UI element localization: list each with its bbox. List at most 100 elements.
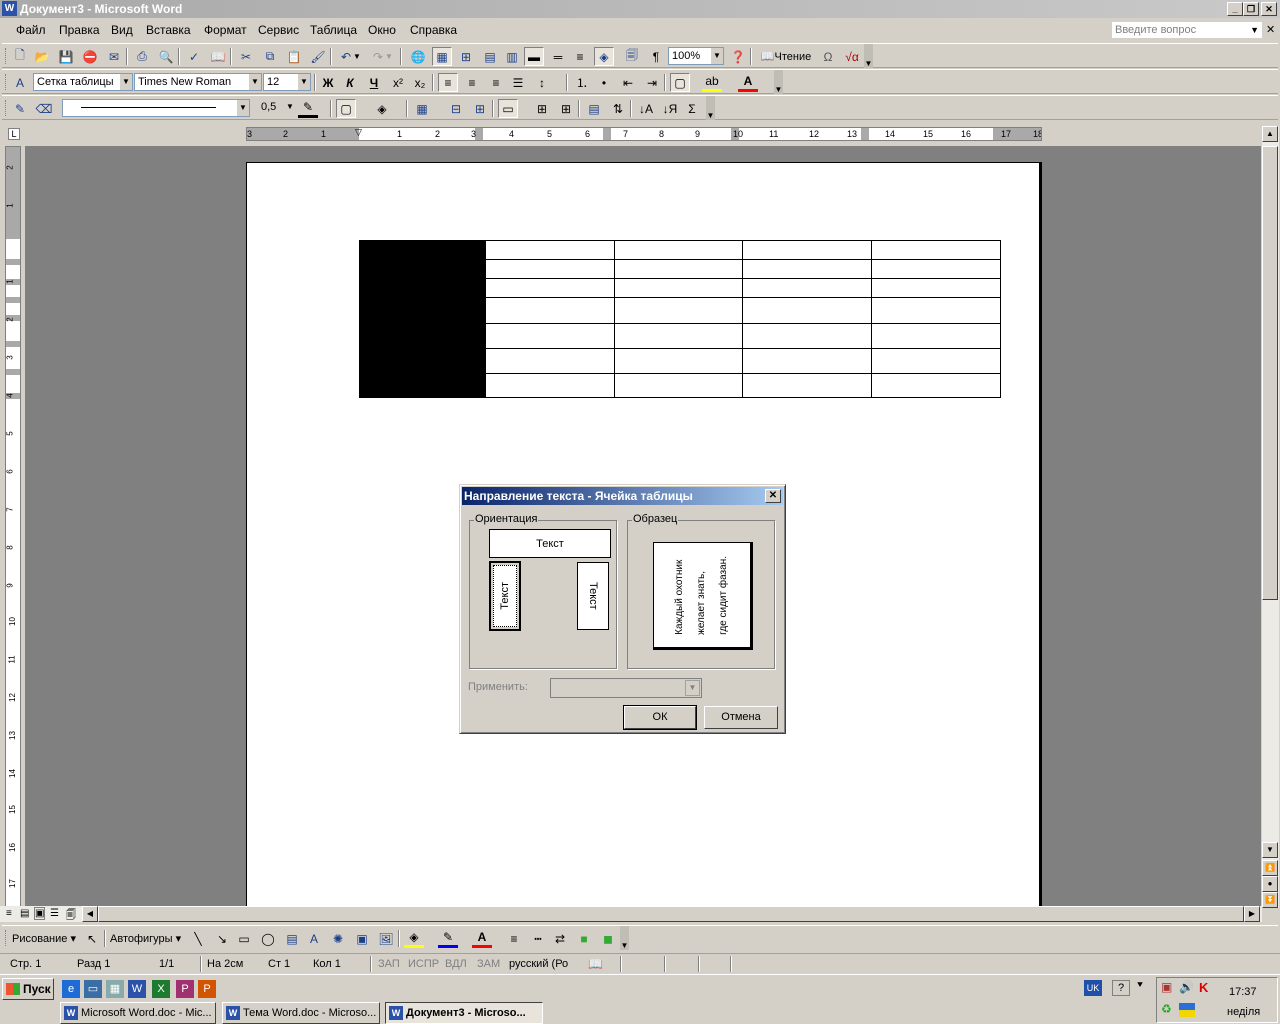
save-icon[interactable]: 💾 — [56, 47, 76, 66]
autoshapes-menu-button[interactable]: Автофигуры ▾ — [110, 932, 181, 945]
italic-icon[interactable]: К — [340, 73, 360, 92]
chevron-down-icon[interactable]: ▼ — [1250, 22, 1259, 38]
draw-font-color-icon[interactable]: A — [472, 929, 492, 948]
indent-marker-icon[interactable]: ▽ — [355, 128, 362, 137]
autosum-icon[interactable]: Σ — [682, 99, 702, 118]
table-cell[interactable] — [484, 348, 615, 374]
chevron-down-icon[interactable]: ▼ — [711, 48, 723, 64]
table-cell[interactable] — [870, 259, 1001, 279]
cut-icon[interactable]: ✂ — [236, 47, 256, 66]
table-cell[interactable] — [613, 323, 743, 349]
table-cell[interactable] — [741, 278, 872, 298]
chevron-down-icon[interactable]: ▼ — [298, 74, 310, 90]
format-painter-icon[interactable]: 🖌 — [308, 47, 328, 66]
show-desktop-icon[interactable]: ▭ — [84, 980, 102, 998]
new-document-icon[interactable]: 🗋 — [10, 47, 30, 66]
table-cell[interactable] — [741, 240, 872, 260]
columns-icon[interactable]: ▥ — [502, 47, 522, 66]
justify-icon[interactable]: ☰ — [508, 73, 528, 92]
table-cell[interactable] — [741, 373, 872, 398]
align-left-icon[interactable]: ≡ — [438, 73, 458, 92]
merge-cells-icon[interactable]: ⊟ — [446, 99, 466, 118]
table-cell[interactable] — [613, 348, 743, 374]
table-cell[interactable] — [870, 240, 1001, 260]
align-right-icon[interactable]: ≡ — [486, 73, 506, 92]
read-button[interactable]: 📖 Чтение — [756, 47, 816, 66]
scroll-left-icon[interactable]: ◀ — [82, 906, 98, 922]
table-cell[interactable] — [484, 297, 615, 324]
vertical-ruler[interactable]: 2 1 1 2 3 4 5 6 7 8 9 10 11 12 13 14 15 … — [5, 146, 21, 908]
menu-edit[interactable]: Правка — [59, 23, 100, 37]
ukraine-flag-icon[interactable] — [1179, 1003, 1195, 1017]
volume-tray-icon[interactable]: 🔊 — [1179, 980, 1194, 994]
3d-style-icon[interactable]: ◼ — [598, 929, 618, 948]
toolbar-grip[interactable] — [5, 74, 8, 90]
draw-table-icon[interactable]: ✎ — [10, 99, 30, 118]
orientation-horizontal[interactable]: Текст — [489, 529, 611, 558]
menu-view[interactable]: Вид — [111, 23, 133, 37]
previous-page-icon[interactable]: ⏫ — [1262, 860, 1278, 876]
borders-icon[interactable]: ▢ — [670, 73, 690, 92]
omega-symbol-icon[interactable]: Ω — [818, 47, 838, 66]
bold-icon[interactable]: Ж — [318, 73, 338, 92]
sort-descending-icon[interactable]: ↓Я — [660, 99, 680, 118]
next-page-icon[interactable]: ⏬ — [1262, 892, 1278, 908]
line-tool-icon[interactable]: ╲ — [188, 929, 208, 948]
outline-view-icon[interactable]: ☰ — [50, 908, 59, 919]
scroll-down-icon[interactable]: ▼ — [1262, 842, 1278, 858]
document-map-icon[interactable]: ═ — [548, 47, 568, 66]
research-icon[interactable]: 📖 — [208, 47, 228, 66]
ok-button[interactable]: ОК — [623, 705, 697, 730]
calculator-icon[interactable]: ▦ — [106, 980, 124, 998]
copy-icon[interactable]: ⧉ — [260, 47, 280, 66]
toolbar-grip[interactable] — [5, 48, 8, 64]
help-tray-icon[interactable]: ? — [1112, 980, 1130, 996]
select-objects-icon[interactable]: ↖ — [82, 929, 102, 948]
table-cell[interactable] — [484, 259, 615, 279]
bullets-icon[interactable]: • — [594, 73, 614, 92]
chevron-down-icon[interactable]: ▼ — [249, 74, 261, 90]
chevron-down-icon[interactable]: ▼ — [284, 99, 296, 115]
line-color-icon[interactable]: ✎ — [438, 929, 458, 948]
word-quicklaunch-icon[interactable]: W — [128, 980, 146, 998]
scroll-thumb[interactable] — [1262, 146, 1278, 600]
drawing-icon[interactable]: ▬ — [524, 47, 544, 66]
browse-object-icon[interactable]: ● — [1262, 876, 1278, 892]
table-cell[interactable] — [870, 323, 1001, 349]
start-button[interactable]: Пуск — [2, 978, 54, 1000]
open-folder-icon[interactable]: 📂 — [32, 47, 52, 66]
print-preview-icon[interactable]: 🔍 — [156, 47, 176, 66]
drawing-menu-button[interactable]: Рисование ▾ — [12, 932, 76, 945]
table-cell[interactable] — [613, 259, 743, 279]
tray-clock[interactable]: 17:37 — [1229, 986, 1257, 998]
outside-border-icon[interactable]: ▢ — [336, 99, 356, 118]
toolbar-options-icon[interactable]: ▼ — [864, 44, 873, 68]
dash-style-icon[interactable]: ┅ — [528, 929, 548, 948]
permission-icon[interactable]: ⛔ — [80, 47, 100, 66]
font-size-select[interactable]: 12 ▼ — [263, 73, 311, 91]
superscript-icon[interactable]: x² — [388, 73, 408, 92]
help-question-input[interactable]: Введите вопрос ▼ — [1112, 22, 1262, 38]
table-cell[interactable] — [484, 323, 615, 349]
insert-table-icon[interactable]: ⊞ — [456, 47, 476, 66]
style-select[interactable]: Сетка таблицы ▼ — [33, 73, 133, 91]
table-cell-selected[interactable] — [353, 240, 486, 279]
chevron-down-icon[interactable]: ▼ — [685, 680, 700, 696]
chevron-down-icon[interactable]: ▼ — [237, 100, 249, 116]
vertical-scrollbar[interactable]: ▲ ▼ ⏫ ● ⏬ — [1262, 126, 1279, 908]
menu-window[interactable]: Окно — [368, 23, 396, 37]
restore-button[interactable]: ❐ — [1243, 2, 1259, 16]
antivirus-tray-icon[interactable]: K — [1199, 980, 1208, 995]
orientation-vertical-up-selected[interactable]: Текст — [489, 561, 521, 631]
tray-expand-icon[interactable]: ⯆ — [1136, 980, 1144, 991]
arrow-tool-icon[interactable]: ↘ — [212, 929, 232, 948]
orientation-vertical-down[interactable]: Текст — [577, 562, 609, 630]
border-color-icon[interactable]: ✎ — [298, 99, 318, 118]
menu-insert[interactable]: Вставка — [146, 23, 191, 37]
task-word-doc[interactable]: W Microsoft Word.doc - Mic... — [60, 1002, 216, 1024]
scroll-up-icon[interactable]: ▲ — [1262, 126, 1278, 142]
pilcrow-icon[interactable]: ¶ — [646, 47, 666, 66]
sort-ascending-icon[interactable]: ↓A — [636, 99, 656, 118]
menu-table[interactable]: Таблица — [310, 23, 357, 37]
status-record[interactable]: ЗАП — [378, 958, 400, 970]
